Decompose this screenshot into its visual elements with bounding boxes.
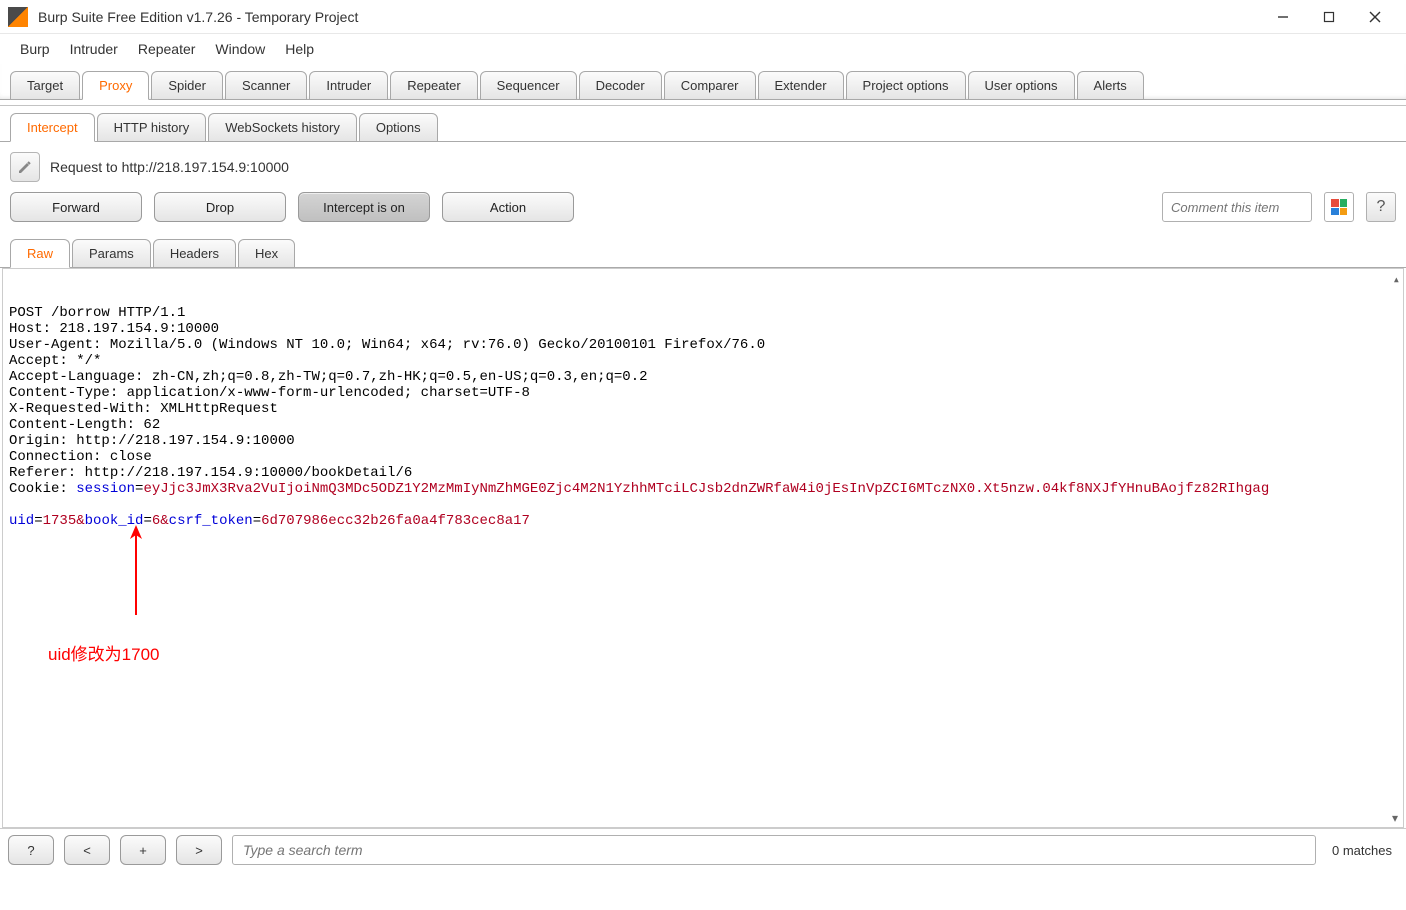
tab-user-options[interactable]: User options (968, 71, 1075, 100)
search-add-button[interactable]: + (120, 835, 166, 865)
menu-bar: Burp Intruder Repeater Window Help (0, 34, 1406, 64)
title-bar: Burp Suite Free Edition v1.7.26 - Tempor… (0, 0, 1406, 34)
search-prev-button[interactable]: < (64, 835, 110, 865)
raw-request-editor[interactable]: POST /borrow HTTP/1.1 Host: 218.197.154.… (2, 268, 1404, 828)
menu-intruder[interactable]: Intruder (62, 37, 126, 61)
edit-icon[interactable] (10, 152, 40, 182)
request-target-label: Request to http://218.197.154.9:10000 (50, 159, 289, 175)
menu-burp[interactable]: Burp (12, 37, 58, 61)
action-button[interactable]: Action (442, 192, 574, 222)
search-next-button[interactable]: > (176, 835, 222, 865)
menu-help[interactable]: Help (277, 37, 322, 61)
action-buttons-row: Forward Drop Intercept is on Action ? (0, 188, 1406, 230)
search-input[interactable] (232, 835, 1316, 865)
tab-sequencer[interactable]: Sequencer (480, 71, 577, 100)
subtab-websockets-history[interactable]: WebSockets history (208, 113, 357, 142)
menu-repeater[interactable]: Repeater (130, 37, 204, 61)
editor-tab-params[interactable]: Params (72, 239, 151, 268)
editor-tab-hex[interactable]: Hex (238, 239, 295, 268)
match-count: 0 matches (1326, 843, 1398, 858)
drop-button[interactable]: Drop (154, 192, 286, 222)
tab-comparer[interactable]: Comparer (664, 71, 756, 100)
tab-decoder[interactable]: Decoder (579, 71, 662, 100)
search-bar: ▾ ? < + > 0 matches (0, 828, 1406, 871)
close-button[interactable] (1352, 0, 1398, 34)
comment-input[interactable] (1162, 192, 1312, 222)
tab-proxy[interactable]: Proxy (82, 71, 149, 100)
app-icon (8, 7, 28, 27)
minimize-button[interactable] (1260, 0, 1306, 34)
editor-tabs: Raw Params Headers Hex (0, 230, 1406, 268)
subtab-http-history[interactable]: HTTP history (97, 113, 207, 142)
intercept-toggle[interactable]: Intercept is on (298, 192, 430, 222)
window-title: Burp Suite Free Edition v1.7.26 - Tempor… (38, 9, 1260, 25)
tab-scanner[interactable]: Scanner (225, 71, 307, 100)
tab-spider[interactable]: Spider (151, 71, 223, 100)
highlight-color-button[interactable] (1324, 192, 1354, 222)
subtab-options[interactable]: Options (359, 113, 438, 142)
proxy-sub-tabs: Intercept HTTP history WebSockets histor… (0, 106, 1406, 142)
tab-target[interactable]: Target (10, 71, 80, 100)
tab-repeater[interactable]: Repeater (390, 71, 477, 100)
editor-tab-raw[interactable]: Raw (10, 239, 70, 268)
forward-button[interactable]: Forward (10, 192, 142, 222)
tab-extender[interactable]: Extender (758, 71, 844, 100)
tab-alerts[interactable]: Alerts (1077, 71, 1144, 100)
scroll-up-icon[interactable]: ▴ (1393, 272, 1400, 288)
tab-intruder[interactable]: Intruder (309, 71, 388, 100)
request-info-bar: Request to http://218.197.154.9:10000 (0, 142, 1406, 188)
subtab-intercept[interactable]: Intercept (10, 113, 95, 142)
search-help-button[interactable]: ? (8, 835, 54, 865)
scroll-down-icon[interactable]: ▾ (1392, 811, 1398, 825)
menu-window[interactable]: Window (207, 37, 273, 61)
editor-tab-headers[interactable]: Headers (153, 239, 236, 268)
help-button[interactable]: ? (1366, 192, 1396, 222)
tab-project-options[interactable]: Project options (846, 71, 966, 100)
maximize-button[interactable] (1306, 0, 1352, 34)
main-tabs: Target Proxy Spider Scanner Intruder Rep… (0, 64, 1406, 100)
annotation-text: uid修改为1700 (48, 647, 160, 663)
annotation-arrow-icon (59, 509, 146, 633)
